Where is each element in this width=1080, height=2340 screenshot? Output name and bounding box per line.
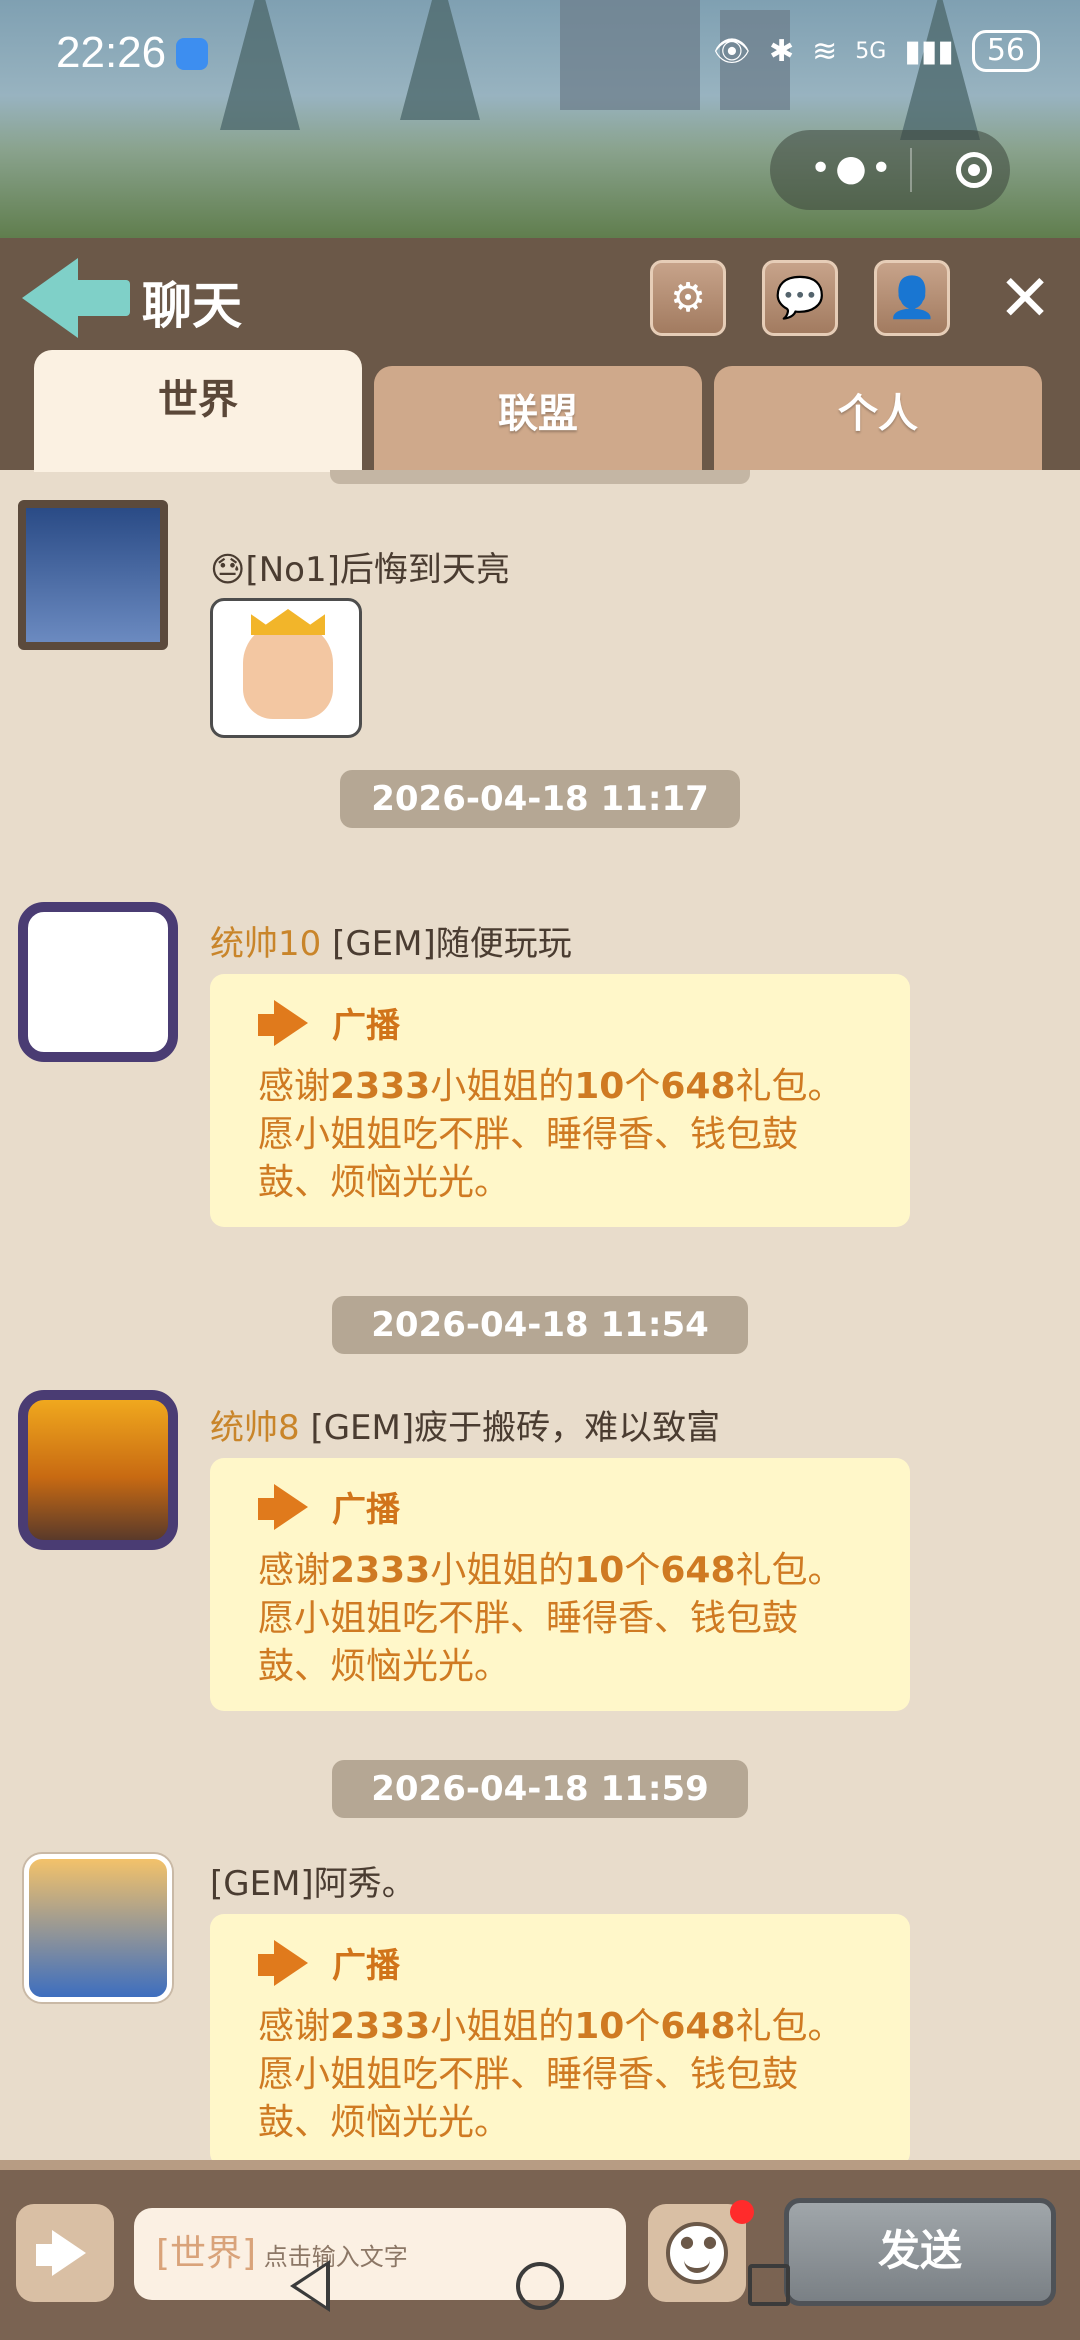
person-icon: 👤	[887, 275, 937, 321]
battery-indicator: 56	[971, 30, 1040, 72]
notification-dot	[730, 2200, 754, 2224]
avatar[interactable]	[24, 1854, 172, 2002]
tab-world[interactable]: 世界	[34, 350, 362, 472]
text-part: 10	[574, 1066, 625, 1107]
broadcast-label: 广播	[332, 1006, 400, 1046]
back-arrow-shaft	[72, 280, 130, 316]
text-part: 2333	[330, 1550, 431, 1591]
chat-bubbles-icon: 💬	[775, 275, 825, 321]
text-part: 648	[660, 2006, 736, 2047]
settings-button[interactable]: ⚙	[650, 260, 726, 336]
text-part: 10	[574, 1550, 625, 1591]
text-part: 个	[624, 2006, 661, 2047]
close-button[interactable]: ✕	[990, 264, 1060, 334]
timestamp: 2026-04-18 11:59	[332, 1760, 748, 1818]
nav-recent-icon[interactable]	[748, 2264, 790, 2306]
gear-icon: ⚙	[670, 275, 706, 321]
broadcast-label: 广播	[332, 1490, 400, 1530]
close-miniprogram-icon[interactable]	[956, 152, 992, 188]
megaphone-icon	[258, 1483, 318, 1530]
status-bar: 22:26 👁 ✱ ≋ 5G ▮▮▮ 56	[0, 0, 1080, 110]
broadcast-header: 广播	[258, 1938, 862, 1987]
scroll-edge	[330, 470, 750, 484]
weather-icon	[176, 38, 208, 70]
timestamp: 2026-04-18 11:54	[332, 1296, 748, 1354]
avatar[interactable]	[18, 500, 168, 650]
broadcast-header: 广播	[258, 998, 862, 1047]
crown-icon	[251, 609, 325, 635]
broadcast-text: 感谢2333小姐姐的10个648礼包。愿小姐姐吃不胖、睡得香、钱包鼓鼓、烦恼光光…	[258, 1063, 862, 1207]
sender-rank: 统帅8	[210, 1408, 300, 1448]
text-part: 10	[574, 2006, 625, 2047]
back-button[interactable]	[22, 258, 132, 338]
text-part: 648	[660, 1550, 736, 1591]
sender-name: 统帅8 [GEM]疲于搬砖，难以致富	[210, 1400, 720, 1449]
page-title: 聊天	[142, 277, 242, 335]
broadcast-bubble: 广播 感谢2333小姐姐的10个648礼包。愿小姐姐吃不胖、睡得香、钱包鼓鼓、烦…	[210, 1914, 910, 2167]
broadcast-header: 广播	[258, 1482, 862, 1531]
text-part: 小姐姐的	[430, 1066, 575, 1107]
profile-button[interactable]: 👤	[874, 260, 950, 336]
wifi-icon: ≋	[812, 33, 838, 69]
text-part: 2333	[330, 1066, 431, 1107]
signal-icon: ▮▮▮	[904, 33, 954, 69]
broadcast-text: 感谢2333小姐姐的10个648礼包。愿小姐姐吃不胖、睡得香、钱包鼓鼓、烦恼光光…	[258, 2003, 862, 2147]
text-part: 感谢	[258, 1550, 331, 1591]
back-arrow-icon	[22, 258, 78, 338]
text-part: 小姐姐的	[430, 2006, 575, 2047]
chat-list[interactable]: 😓[No1]后悔到天亮 2026-04-18 11:17 统帅10 [GEM]随…	[0, 470, 1080, 2170]
sender-rank: 统帅10	[210, 924, 322, 964]
status-time: 22:26	[56, 28, 167, 77]
status-icons: 👁 ✱ ≋ 5G ▮▮▮ 56	[713, 30, 1040, 72]
close-icon: ✕	[998, 262, 1052, 336]
bluetooth-icon: ✱	[768, 33, 795, 69]
chat-header: 聊天 ⚙ 💬 👤 ✕ 世界 联盟 个人	[0, 238, 1080, 472]
network-label: 5G	[855, 38, 887, 64]
eye-icon: 👁	[712, 33, 751, 69]
megaphone-icon	[258, 1939, 318, 1986]
sender-name: 😓[No1]后悔到天亮	[210, 542, 510, 591]
avatar[interactable]	[18, 1390, 178, 1550]
sticker-image[interactable]	[210, 598, 362, 738]
avatar[interactable]	[18, 902, 178, 1062]
sender-name-text: [No1]后悔到天亮	[245, 550, 510, 590]
nav-back-icon[interactable]	[290, 2260, 330, 2312]
miniprogram-capsule: •●•	[770, 130, 1010, 210]
nav-home-icon[interactable]	[516, 2262, 564, 2310]
more-icon[interactable]: •●•	[810, 148, 896, 189]
broadcast-bubble: 广播 感谢2333小姐姐的10个648礼包。愿小姐姐吃不胖、睡得香、钱包鼓鼓、烦…	[210, 1458, 910, 1711]
text-part: 2333	[330, 2006, 431, 2047]
text-part: 小姐姐的	[430, 1550, 575, 1591]
tab-alliance[interactable]: 联盟	[374, 366, 702, 470]
capsule-divider	[910, 148, 912, 192]
broadcast-text: 感谢2333小姐姐的10个648礼包。愿小姐姐吃不胖、睡得香、钱包鼓鼓、烦恼光光…	[258, 1547, 862, 1691]
sender-name: 统帅10 [GEM]随便玩玩	[210, 916, 572, 965]
emoji-icon: 😓	[210, 550, 246, 590]
tab-personal[interactable]: 个人	[714, 366, 1042, 470]
text-part: 个	[624, 1550, 661, 1591]
text-part: 个	[624, 1066, 661, 1107]
king-face-icon	[243, 623, 333, 719]
timestamp: 2026-04-18 11:17	[340, 770, 740, 828]
megaphone-icon	[258, 999, 318, 1046]
system-nav-bar	[0, 2240, 1080, 2340]
sender-name-text: [GEM]疲于搬砖，难以致富	[299, 1408, 721, 1448]
broadcast-label: 广播	[332, 1946, 400, 1986]
sender-name-text: [GEM]随便玩玩	[321, 924, 572, 964]
broadcast-bubble: 广播 感谢2333小姐姐的10个648礼包。愿小姐姐吃不胖、睡得香、钱包鼓鼓、烦…	[210, 974, 910, 1227]
chat-list-button[interactable]: 💬	[762, 260, 838, 336]
text-part: 感谢	[258, 2006, 331, 2047]
text-part: 648	[660, 1066, 736, 1107]
sender-name: [GEM]阿秀。	[210, 1864, 416, 1904]
text-part: 感谢	[258, 1066, 331, 1107]
